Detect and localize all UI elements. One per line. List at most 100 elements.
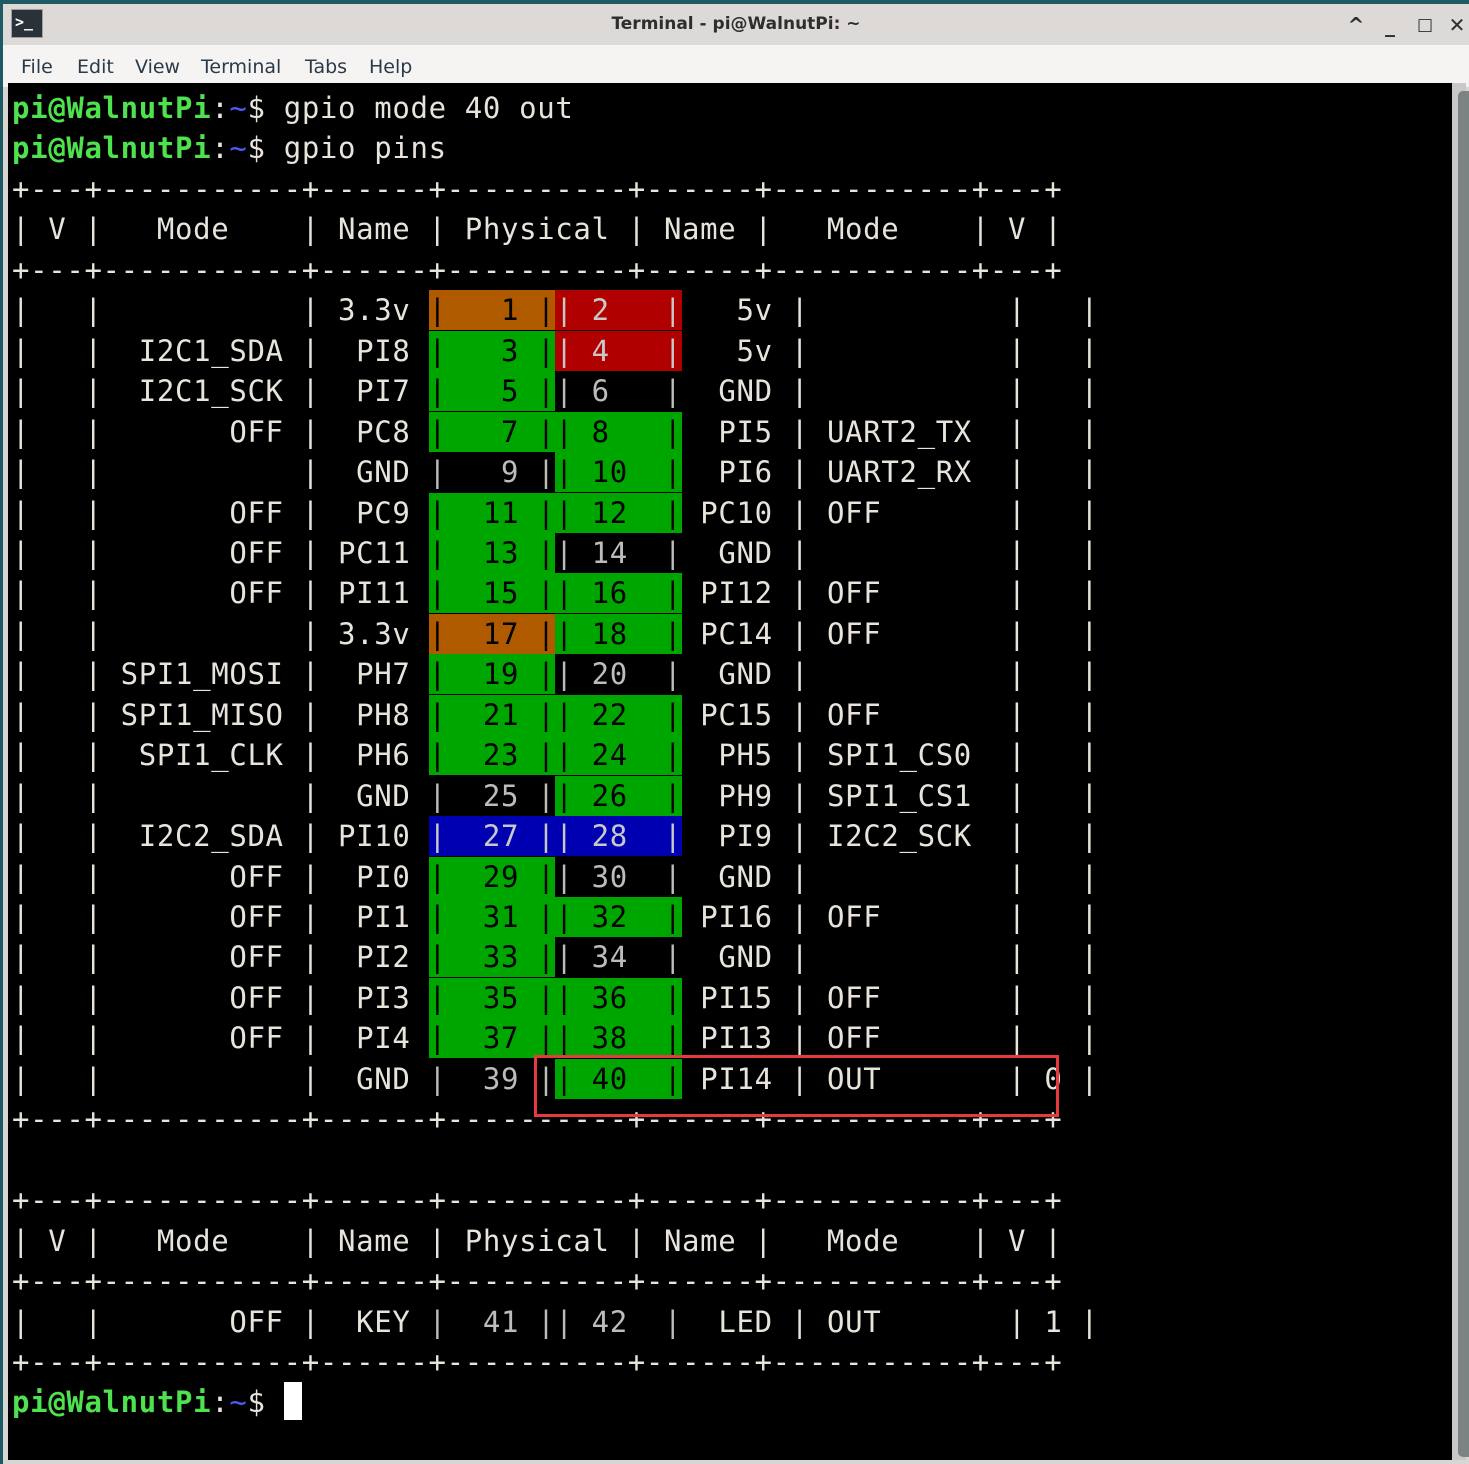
right-v-cell: |: [1026, 778, 1099, 813]
separator: |: [301, 657, 320, 692]
menu-terminal[interactable]: Terminal: [201, 56, 281, 78]
right-v-cell: |: [1026, 455, 1099, 490]
table-border-text: +---+-----------+------+----------+-----…: [12, 1183, 1063, 1218]
right-v-cell: |: [1026, 293, 1099, 328]
right-pin-cell: | 2 |: [555, 290, 683, 331]
right-name-cell: LED: [682, 1304, 791, 1339]
right-pin-cell: | 20 |: [555, 657, 683, 692]
left-name-cell: 3.3v: [319, 616, 429, 651]
minimize-button[interactable]: _: [1376, 12, 1404, 38]
menu-edit[interactable]: Edit: [77, 56, 114, 78]
terminal-output[interactable]: pi@WalnutPi:~$ gpio mode 40 out pi@Walnut…: [8, 83, 1452, 1460]
maximize-button[interactable]: □: [1411, 12, 1439, 38]
separator: |: [301, 414, 320, 449]
scrollbar-thumb[interactable]: [1458, 91, 1469, 1457]
left-v-cell: | |: [12, 333, 103, 368]
right-pin-cell: | 34 |: [555, 940, 683, 975]
prompt-colon: :: [211, 91, 230, 125]
right-mode-cell: | |: [790, 535, 1027, 570]
right-name-cell: GND: [682, 374, 791, 409]
left-mode-cell: OFF: [102, 859, 302, 894]
title-bar[interactable]: >_ Terminal - pi@WalnutPi: ~ ^ _ □ ✕: [3, 4, 1469, 45]
left-v-cell: | |: [12, 414, 103, 449]
left-v-cell: | |: [12, 1021, 103, 1056]
right-mode-cell: | I2C2_SCK |: [790, 819, 1027, 854]
menu-tabs[interactable]: Tabs: [305, 56, 347, 78]
right-name-cell: GND: [682, 859, 791, 894]
right-pin-cell: | 36 |: [555, 977, 683, 1018]
separator: |: [301, 1021, 320, 1056]
command-text: gpio mode 40 out: [283, 91, 574, 125]
table-border: +---+-----------+------+----------+-----…: [12, 1342, 1062, 1382]
right-name-cell: 5v: [682, 293, 791, 328]
left-name-cell: PC11: [319, 535, 429, 570]
window-title: Terminal - pi@WalnutPi: ~: [611, 14, 861, 34]
right-v-cell: |: [1026, 495, 1099, 530]
prompt-user-host: pi@WalnutPi: [12, 1385, 212, 1420]
left-mode-cell: I2C1_SDA: [102, 333, 302, 368]
right-name-cell: PC15: [682, 697, 791, 732]
right-v-cell: |: [1026, 535, 1099, 570]
right-name-cell: PI13: [682, 1021, 791, 1056]
separator: |: [301, 738, 320, 773]
left-pin-cell: | 29 |: [428, 856, 556, 897]
left-mode-cell: OFF: [102, 495, 302, 530]
left-pin-cell: | 13 |: [428, 532, 556, 573]
table-row: | | OFF | PI11 | 15 || 16 | PI12 | OFF |…: [12, 573, 1099, 614]
left-pin-cell: | 15 |: [428, 573, 556, 614]
right-name-cell: GND: [682, 535, 791, 570]
right-mode-cell: | OFF |: [790, 980, 1027, 1015]
shade-button[interactable]: ^: [1342, 12, 1370, 38]
right-v-cell: |: [1026, 414, 1099, 449]
left-name-cell: PI4: [319, 1021, 429, 1056]
right-name-cell: PC14: [682, 616, 791, 651]
menu-help[interactable]: Help: [369, 56, 412, 78]
table-row: | | OFF | PC9 | 11 || 12 | PC10 | OFF | …: [12, 492, 1099, 533]
left-mode-cell: I2C2_SDA: [102, 819, 302, 854]
separator: |: [301, 616, 320, 651]
left-name-cell: PI10: [319, 819, 429, 854]
separator: |: [301, 859, 320, 894]
left-mode-cell: OFF: [102, 576, 302, 611]
right-pin-cell: | 24 |: [555, 735, 683, 776]
left-name-cell: PI3: [319, 980, 429, 1015]
left-pin-cell: | 31 |: [428, 897, 556, 937]
close-button[interactable]: ✕: [1443, 12, 1469, 38]
left-pin-cell: | 19 |: [428, 654, 556, 695]
left-name-cell: GND: [319, 455, 429, 490]
left-mode-cell: OFF: [102, 535, 302, 570]
left-name-cell: GND: [319, 1061, 429, 1096]
right-v-cell: |: [1026, 980, 1099, 1015]
left-v-cell: | |: [12, 616, 103, 651]
left-v-cell: | |: [12, 738, 103, 773]
command-line: pi@WalnutPi:~$ gpio mode 40 out: [12, 88, 573, 128]
prompt-path: ~: [229, 91, 248, 125]
right-mode-cell: | SPI1_CS0 |: [790, 738, 1027, 773]
right-v-cell: |: [1026, 616, 1099, 651]
menu-view[interactable]: View: [135, 56, 180, 78]
left-pin-cell: | 5 |: [428, 371, 556, 412]
separator: |: [301, 819, 320, 854]
left-v-cell: | |: [12, 819, 103, 854]
left-pin-cell: | 33 |: [428, 937, 556, 978]
left-mode-cell: OFF: [102, 940, 302, 975]
table-border-text: +---+-----------+------+----------+-----…: [12, 171, 1063, 206]
table-header-row: | V | Mode | Name | Physical | Name | Mo…: [12, 209, 1062, 249]
right-mode-cell: | |: [790, 940, 1027, 975]
left-mode-cell: [103, 293, 302, 327]
right-v-cell: |: [1026, 576, 1099, 611]
left-mode-cell: OFF: [102, 980, 302, 1015]
right-pin-cell: | 18 |: [555, 613, 683, 654]
right-pin-cell: | 32 |: [555, 897, 683, 937]
left-name-cell: PI8: [319, 333, 429, 368]
left-pin-cell: | 35 |: [428, 977, 556, 1018]
menu-file[interactable]: File: [21, 56, 53, 78]
table-border-text: +---+-----------+------+----------+-----…: [12, 1344, 1063, 1379]
table-header-text: | V | Mode | Name | Physical | Name | Mo…: [12, 212, 1063, 247]
prompt-symbol: $: [247, 91, 284, 125]
left-name-cell: PH8: [319, 697, 429, 732]
separator: |: [301, 900, 320, 934]
left-name-cell: 3.3v: [319, 293, 429, 328]
right-v-cell: |: [1026, 657, 1099, 692]
right-mode-cell: | SPI1_CS1 |: [790, 778, 1027, 813]
